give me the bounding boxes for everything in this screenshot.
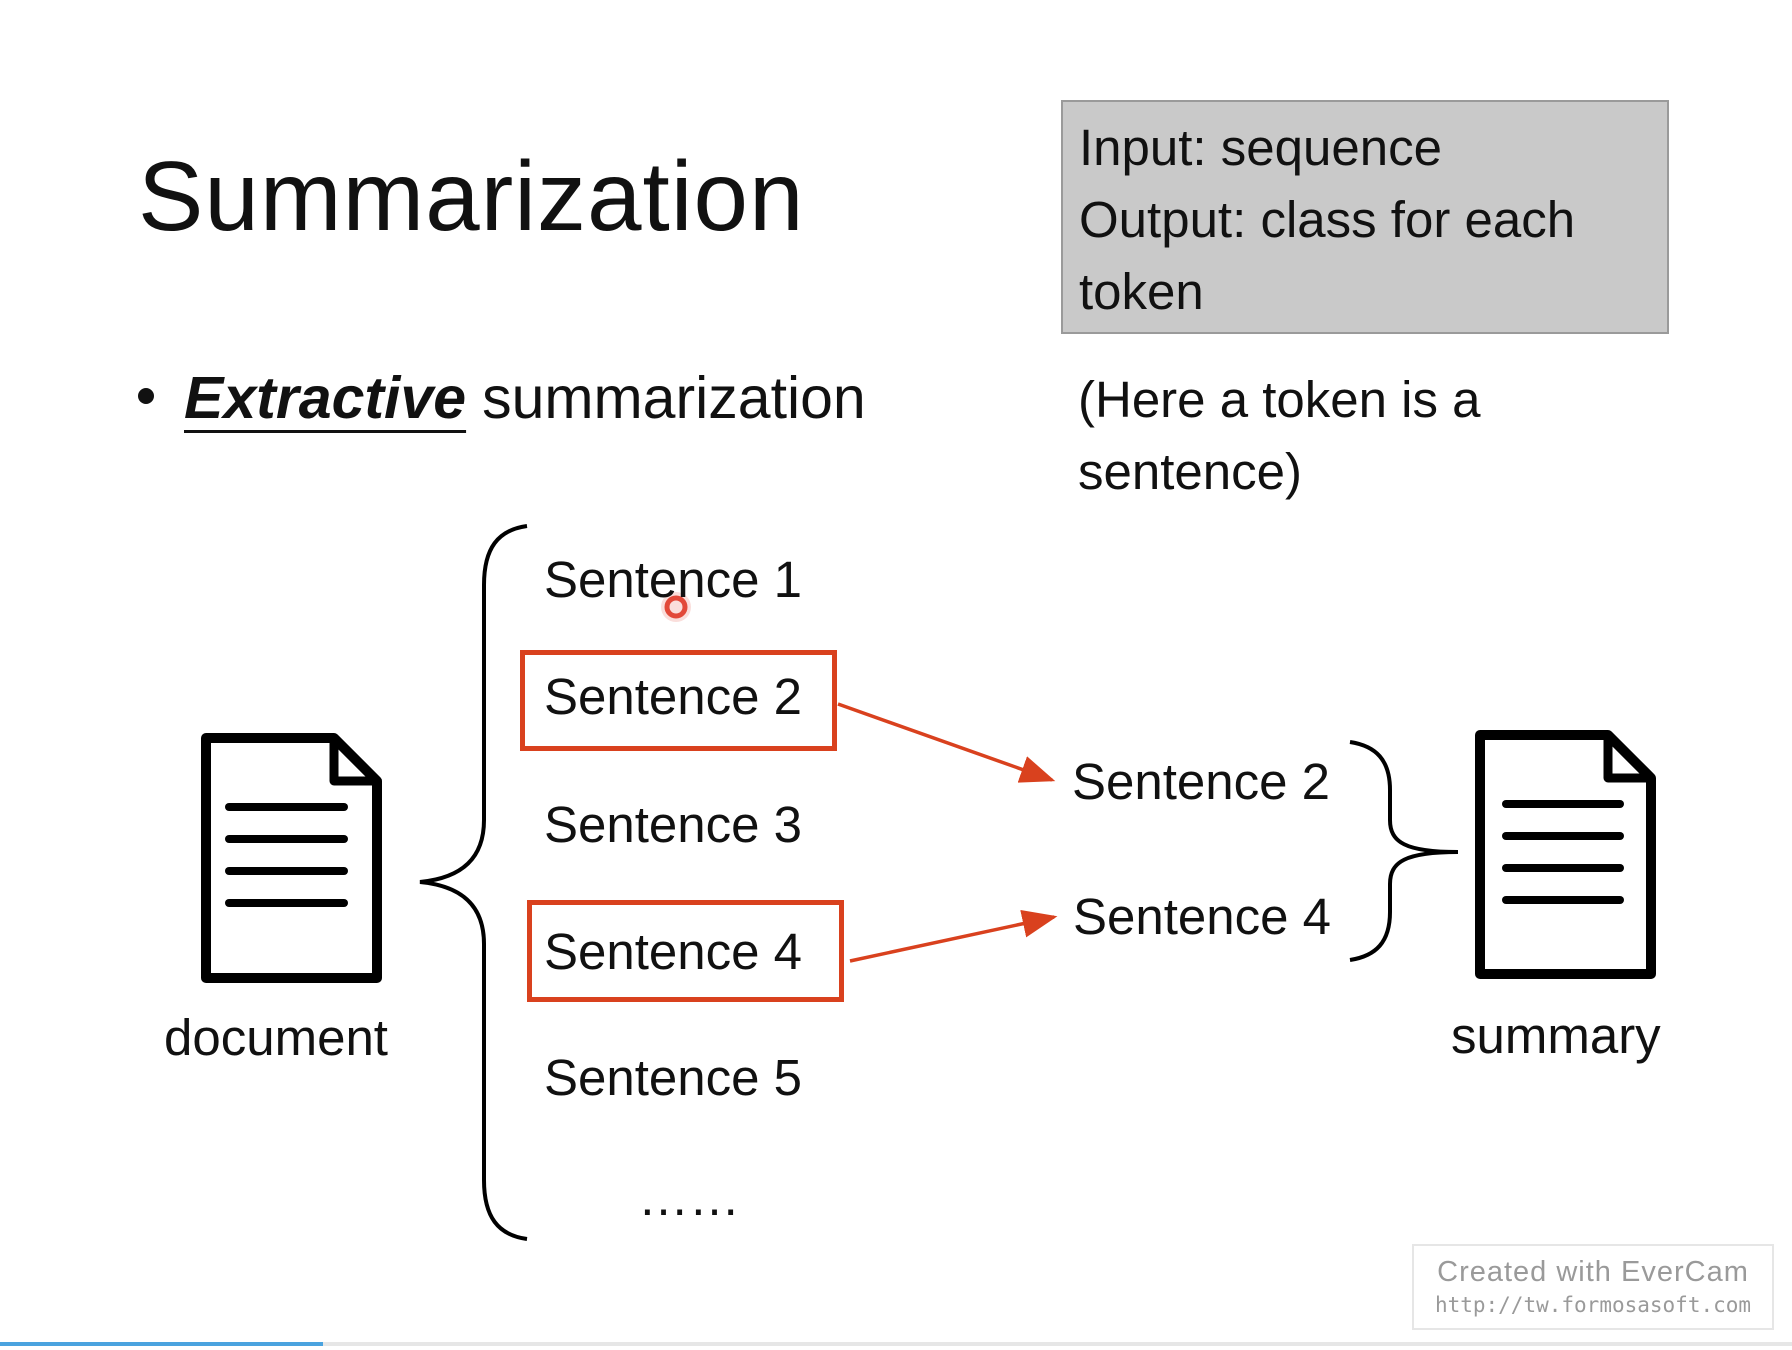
summary-brace [1349,740,1459,962]
video-progress-bar[interactable] [0,1342,1792,1346]
video-progress-fill [0,1342,323,1346]
sentence-3: Sentence 3 [544,796,803,853]
watermark-line2: http://tw.formosasoft.com [1434,1293,1752,1317]
summary-label: summary [1451,1007,1661,1064]
evercam-watermark: Created with EverCam http://tw.formosaso… [1412,1244,1774,1330]
document-brace [419,524,528,1241]
sentence-4: Sentence 4 [544,923,803,980]
slide: Summarization Input: sequence Output: cl… [0,0,1792,1350]
sentence-1: Sentence 1 [544,551,803,608]
summary-icon [1475,730,1656,979]
sentence-5: Sentence 5 [544,1049,803,1106]
document-label: document [164,1009,388,1066]
arrow-sentence-2 [837,702,1056,783]
document-icon [201,733,382,983]
watermark-line1: Created with EverCam [1437,1256,1749,1288]
summary-sentence-4: Sentence 4 [1073,888,1332,945]
diagram-graphics [201,524,1656,1241]
sentence-2: Sentence 2 [544,668,803,725]
summary-sentence-2: Sentence 2 [1072,753,1331,810]
ellipsis: …… [638,1169,740,1226]
arrow-sentence-4 [849,909,1058,963]
